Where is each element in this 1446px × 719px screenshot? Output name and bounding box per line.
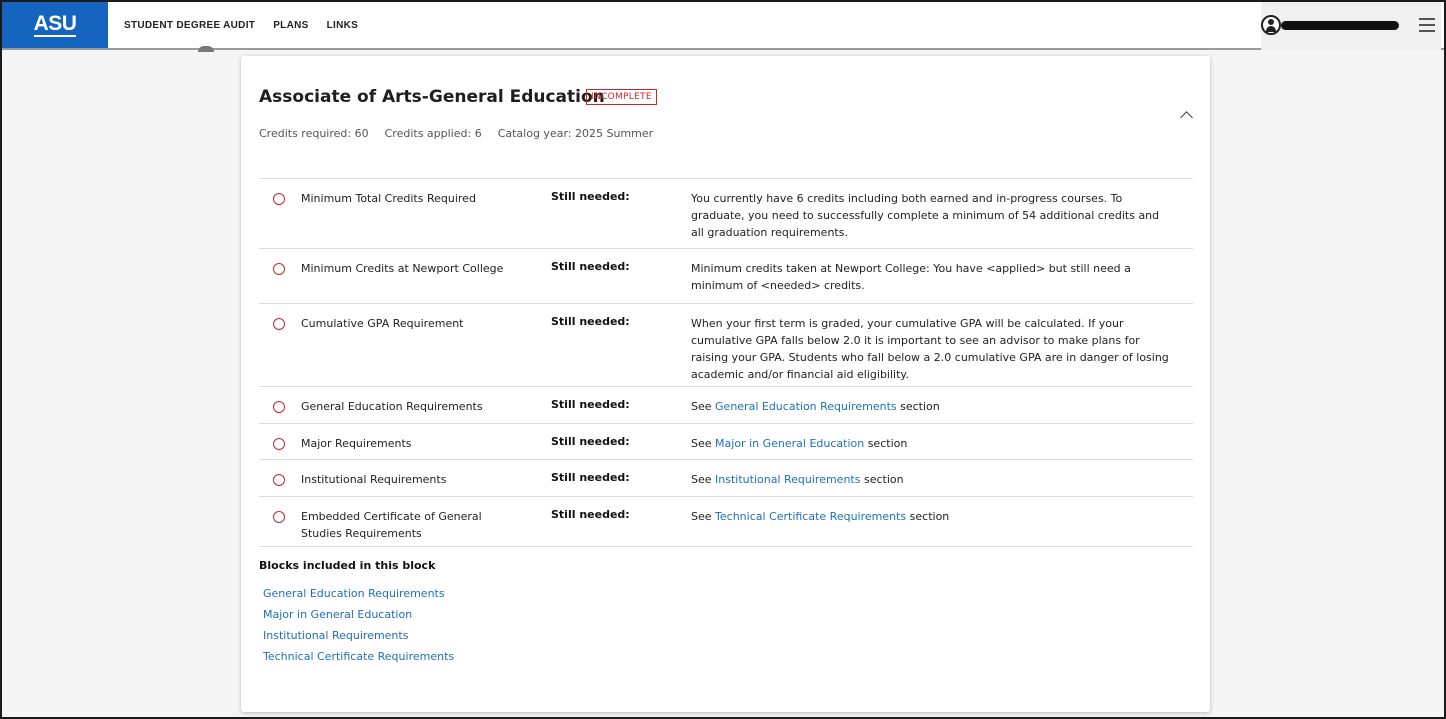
section-link[interactable]: Major in General Education bbox=[715, 437, 864, 450]
requirement-name: Minimum Total Credits Required bbox=[301, 192, 476, 205]
section-text: section bbox=[900, 400, 940, 413]
requirement-row: Minimum Total Credits Required Still nee… bbox=[259, 178, 1193, 248]
see-text: See bbox=[691, 437, 712, 450]
top-bar: ASU STUDENT DEGREE AUDIT PLANS LINKS bbox=[0, 0, 1446, 52]
section-link[interactable]: General Education Requirements bbox=[715, 400, 897, 413]
degree-title: Associate of Arts-General Education bbox=[259, 87, 605, 107]
section-link[interactable]: Technical Certificate Requirements bbox=[715, 510, 906, 523]
blocks-list: General Education Requirements Major in … bbox=[263, 586, 454, 670]
incomplete-circle-icon bbox=[273, 401, 285, 413]
hamburger-menu-icon[interactable] bbox=[1419, 18, 1435, 32]
see-text: See bbox=[691, 400, 712, 413]
degree-meta: Credits required: 60 Credits applied: 6 … bbox=[259, 127, 669, 140]
requirement-row: Embedded Certificate of General Studies … bbox=[259, 496, 1193, 547]
block-link[interactable]: Major in General Education bbox=[263, 607, 454, 628]
requirement-status: Still needed: bbox=[551, 260, 630, 273]
user-name-redacted bbox=[1281, 20, 1399, 30]
nav-student-degree-audit[interactable]: STUDENT DEGREE AUDIT bbox=[124, 0, 255, 52]
requirement-row: Cumulative GPA Requirement Still needed:… bbox=[259, 303, 1193, 386]
requirement-description: See Technical Certificate Requirements s… bbox=[691, 508, 1171, 525]
requirement-status: Still needed: bbox=[551, 435, 630, 448]
requirement-name: Embedded Certificate of General Studies … bbox=[301, 510, 482, 540]
blocks-included-heading: Blocks included in this block bbox=[259, 559, 436, 572]
requirement-name: Cumulative GPA Requirement bbox=[301, 317, 464, 330]
block-link[interactable]: Technical Certificate Requirements bbox=[263, 649, 454, 670]
requirement-status: Still needed: bbox=[551, 471, 630, 484]
requirement-status: Still needed: bbox=[551, 398, 630, 411]
account-circle-icon[interactable] bbox=[1261, 15, 1281, 35]
asu-logo-text: ASU bbox=[33, 11, 77, 37]
requirement-name: General Education Requirements bbox=[301, 400, 483, 413]
requirement-name: Institutional Requirements bbox=[301, 473, 447, 486]
requirement-row: General Education Requirements Still nee… bbox=[259, 386, 1193, 423]
requirement-description: You currently have 6 credits including b… bbox=[691, 192, 1160, 239]
requirement-description: See General Education Requirements secti… bbox=[691, 398, 1171, 415]
main-nav: STUDENT DEGREE AUDIT PLANS LINKS bbox=[124, 0, 376, 52]
user-menu[interactable] bbox=[1261, 0, 1441, 50]
catalog-year: Catalog year: 2025 Summer bbox=[497, 127, 654, 140]
requirement-row: Major Requirements Still needed: See Maj… bbox=[259, 423, 1193, 459]
section-text: section bbox=[863, 473, 904, 486]
requirement-row: Institutional Requirements Still needed:… bbox=[259, 459, 1193, 496]
section-link[interactable]: Institutional Requirements bbox=[715, 473, 860, 486]
incomplete-circle-icon bbox=[273, 438, 285, 450]
incomplete-circle-icon bbox=[273, 474, 285, 486]
section-text: section bbox=[867, 437, 908, 450]
requirement-description: When your first term is graded, your cum… bbox=[691, 317, 1169, 381]
credits-applied: Credits applied: 6 bbox=[384, 127, 482, 140]
status-badge: INCOMPLETE bbox=[586, 89, 657, 105]
requirement-description: See Major in General Education section bbox=[691, 435, 1171, 452]
block-link[interactable]: Institutional Requirements bbox=[263, 628, 454, 649]
incomplete-circle-icon bbox=[273, 511, 285, 523]
requirement-description: See Institutional Requirements section bbox=[691, 471, 1171, 488]
section-text: section bbox=[909, 510, 950, 523]
nav-plans[interactable]: PLANS bbox=[273, 0, 308, 50]
incomplete-circle-icon bbox=[273, 318, 285, 330]
block-link[interactable]: General Education Requirements bbox=[263, 586, 454, 607]
degree-audit-card: Associate of Arts-General Education INCO… bbox=[241, 56, 1210, 712]
incomplete-circle-icon bbox=[273, 193, 285, 205]
requirement-name: Minimum Credits at Newport College bbox=[301, 262, 504, 275]
incomplete-circle-icon bbox=[273, 263, 285, 275]
requirement-status: Still needed: bbox=[551, 508, 630, 521]
requirement-row: Minimum Credits at Newport College Still… bbox=[259, 248, 1193, 303]
requirement-status: Still needed: bbox=[551, 190, 630, 203]
chevron-up-icon[interactable] bbox=[1179, 108, 1195, 124]
requirement-name: Major Requirements bbox=[301, 437, 412, 450]
credits-required: Credits required: 60 bbox=[259, 127, 369, 140]
nav-links[interactable]: LINKS bbox=[327, 0, 359, 50]
see-text: See bbox=[691, 510, 712, 523]
asu-logo[interactable]: ASU bbox=[2, 2, 108, 48]
requirement-description: Minimum credits taken at Newport College… bbox=[691, 262, 1131, 292]
requirement-status: Still needed: bbox=[551, 315, 630, 328]
requirements-list: Minimum Total Credits Required Still nee… bbox=[259, 178, 1193, 547]
see-text: See bbox=[691, 473, 712, 486]
